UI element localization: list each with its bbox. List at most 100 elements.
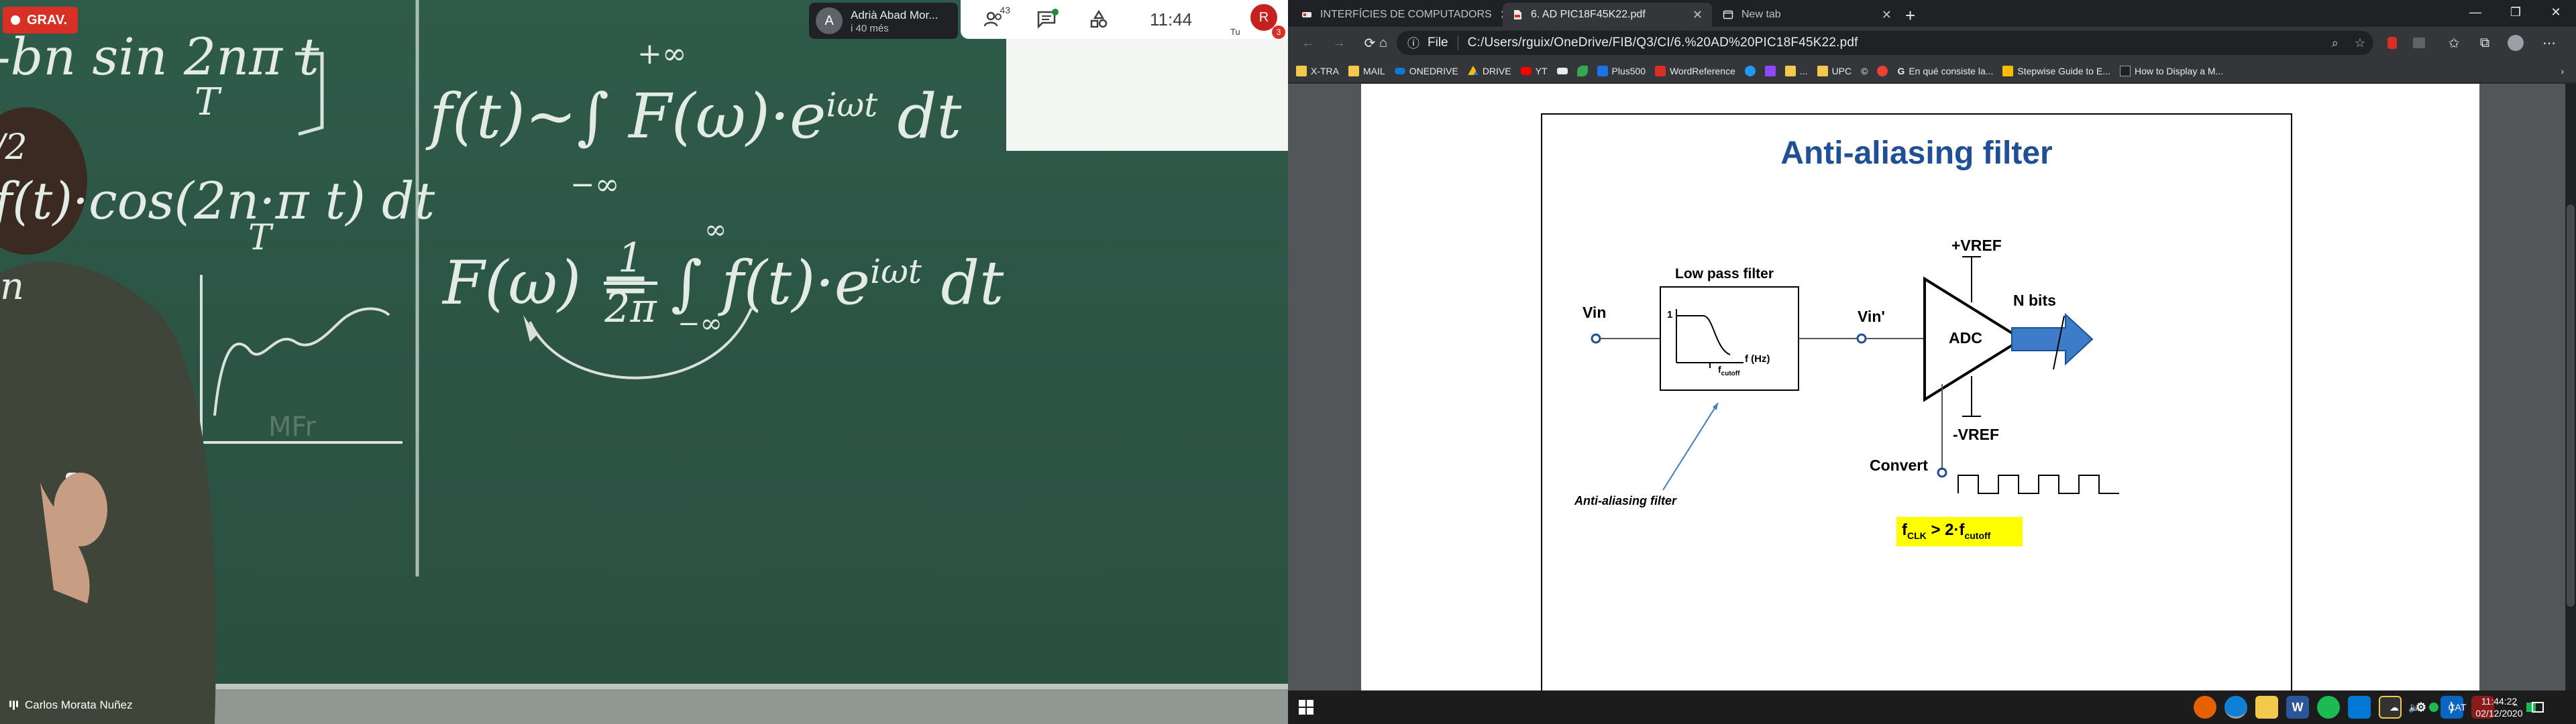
meet-top-bar: 43 11:44 R Tu 3 <box>961 0 1288 39</box>
newtab-icon <box>1723 10 1733 19</box>
taskbar: W ⚙ ⟩ ⌃ <box>1288 690 2576 724</box>
youtube-icon <box>1520 66 1532 75</box>
integral2-upper-limit: ∞ <box>704 215 727 245</box>
spotify-icon[interactable] <box>2317 696 2340 719</box>
formula-exponent: iωt <box>826 85 878 125</box>
drive-icon <box>1467 65 1479 75</box>
bookmark-star-icon[interactable]: ☆ <box>2355 36 2365 50</box>
start-button[interactable] <box>1295 696 1318 719</box>
bookmark-twitch[interactable] <box>1764 65 1776 76</box>
formula-left-mid: f(t)·cos(2n·π t) dt <box>0 171 435 231</box>
self-label: Tu <box>1230 27 1240 37</box>
convert-label: Convert <box>1870 457 1928 474</box>
nbits-label: N bits <box>2013 292 2056 309</box>
rdp-icon[interactable] <box>2348 696 2371 719</box>
edge-icon[interactable] <box>2224 696 2247 719</box>
anti-aliasing-label: Anti-aliasing filter <box>1574 494 1677 507</box>
bookmarks-overflow-chevron[interactable]: › <box>2561 66 2564 76</box>
forward-button[interactable]: → <box>1328 32 1350 54</box>
clock-condition: fCLK > 2·fcutoff <box>1902 521 1991 541</box>
bookmark-onedrive[interactable]: ONEDRIVE <box>1394 66 1458 76</box>
close-tab-icon[interactable]: ✕ <box>1882 8 1892 22</box>
close-window-button[interactable]: ✕ <box>2536 0 2576 24</box>
bookmark-blank-1[interactable] <box>1556 67 1568 74</box>
browser-toolbar: ← → ⟳ ⌂ ⓘ File C:/Users/rguix/OneDrive/F… <box>1288 27 2576 59</box>
pdf-icon <box>1514 10 1521 19</box>
chat-button[interactable] <box>1028 1 1065 38</box>
restore-button[interactable]: ❐ <box>2496 0 2536 24</box>
participant-more: i 40 més <box>851 22 889 34</box>
formula-left-frag-b: n <box>0 265 25 308</box>
bookmark-copyright[interactable]: © <box>1861 66 1868 76</box>
wordreference-icon <box>1655 65 1666 76</box>
collections-icon[interactable]: ⧉ <box>2474 32 2496 54</box>
lpf-cutoff-label: fcutoff <box>1718 364 1740 377</box>
schematic <box>1591 256 2119 546</box>
back-button[interactable]: ← <box>1297 32 1319 54</box>
record-dot-icon <box>11 15 20 25</box>
battery-icon[interactable] <box>2429 703 2439 712</box>
bookmarks-bar: X-TRA MAIL ONEDRIVE DRIVE YT Plus500 Wor… <box>1288 59 2576 83</box>
bookmark-swirl[interactable] <box>1877 65 1888 76</box>
bookmark-xtra[interactable]: X-TRA <box>1296 65 1339 76</box>
zoom-icon[interactable]: ⌕ <box>2332 36 2339 50</box>
bookmark-yt[interactable]: YT <box>1520 66 1548 76</box>
bookmark-plus500[interactable]: Plus500 <box>1597 65 1646 76</box>
app-icon <box>1302 12 1311 17</box>
adc-label: ADC <box>1949 329 1982 347</box>
self-avatar-button[interactable]: R Tu 3 <box>1230 4 1285 39</box>
bookmark-blank-2[interactable] <box>1576 65 1588 76</box>
people-button[interactable]: 43 <box>975 1 1013 38</box>
menu-icon[interactable]: ⋯ <box>2538 32 2560 54</box>
tab-new[interactable]: New tab ✕ <box>1713 3 1901 27</box>
bookmark-stepwise[interactable]: Stepwise Guide to E... <box>2002 65 2110 76</box>
home-button[interactable]: ⌂ <box>1375 32 1391 54</box>
tab-label: 6. AD PIC18F45K22.pdf <box>1531 9 1646 20</box>
integral-lower-limit: −∞ <box>570 168 620 202</box>
fraction-numerator: 1 <box>604 235 657 285</box>
address-bar[interactable]: ⓘ File C:/Users/rguix/OneDrive/FIB/Q3/CI… <box>1397 31 2373 55</box>
meet-video-panel: MFr f(t)~∫ F(ω)·eiωt dt +∞ −∞ F(ω) = 1 2… <box>0 0 1288 724</box>
recording-label: GRAV. <box>27 12 68 27</box>
activities-button[interactable] <box>1080 1 1118 38</box>
volume-icon[interactable]: 🔈 <box>2408 702 2420 713</box>
tab-label: INTERFÍCIES DE COMPUTADORS <box>1320 9 1492 20</box>
bookmark-twitter[interactable] <box>1744 65 1756 76</box>
tab-interficies[interactable]: INTERFÍCIES DE COMPUTADORS ✕ <box>1292 3 1510 27</box>
language-indicator[interactable]: CAT <box>2448 702 2466 713</box>
bookmark-wordreference[interactable]: WordReference <box>1655 65 1735 76</box>
self-badge: 3 <box>1272 25 1285 39</box>
firefox-icon[interactable] <box>2194 696 2216 719</box>
participant-chip[interactable]: A Adrià Abad Mor... i 40 més <box>809 3 958 39</box>
extension-red-icon[interactable] <box>2381 32 2403 54</box>
explorer-icon[interactable] <box>2255 696 2278 719</box>
formula-dt-2: dt <box>941 248 1004 318</box>
notifications-icon[interactable] <box>2532 702 2544 713</box>
presenter-label: Carlos Morata Nuñez <box>9 699 133 712</box>
browser-window: INTERFÍCIES DE COMPUTADORS ✕ 6. AD PIC18… <box>1288 0 2576 724</box>
bookmark-mail[interactable]: MAIL <box>1348 65 1385 76</box>
close-tab-icon[interactable]: ✕ <box>1693 8 1703 22</box>
bookmark-drive[interactable]: DRIVE <box>1467 65 1511 76</box>
participant-name: Adrià Abad Mor... <box>851 8 938 21</box>
tab-pdf[interactable]: 6. AD PIC18F45K22.pdf ✕ <box>1503 3 1712 27</box>
stepwise-icon <box>2002 65 2014 76</box>
profile-avatar-icon[interactable] <box>2505 32 2526 54</box>
favorites-icon[interactable]: ✩ <box>2443 32 2465 54</box>
bookmark-upc[interactable]: UPC <box>1817 65 1851 76</box>
extension-icon[interactable] <box>2408 32 2430 54</box>
network-icon[interactable]: ☁ <box>2390 702 2399 713</box>
scrollbar[interactable] <box>2565 84 2576 690</box>
pdf-viewer[interactable]: Anti-aliasing filter Vin Low pass filter… <box>1288 84 2576 690</box>
formula-left-top-den: T <box>195 80 220 124</box>
new-tab-button[interactable]: + <box>1905 5 1915 26</box>
bookmark-folder-more[interactable]: ... <box>1784 65 1808 76</box>
fraction-denominator: 2π <box>604 285 657 332</box>
clock[interactable]: 11:44:22 02/12/2020 <box>2475 695 2522 719</box>
scrollbar-thumb[interactable] <box>2567 204 2575 607</box>
bookmark-howto[interactable]: How to Display a M... <box>2119 65 2223 76</box>
formula-left-top: -bn sin 2nπ t <box>0 27 319 86</box>
word-icon[interactable]: W <box>2286 696 2309 719</box>
minimize-button[interactable]: — <box>2455 0 2496 24</box>
bookmark-google[interactable]: G En qué consiste la... <box>1897 66 1993 76</box>
